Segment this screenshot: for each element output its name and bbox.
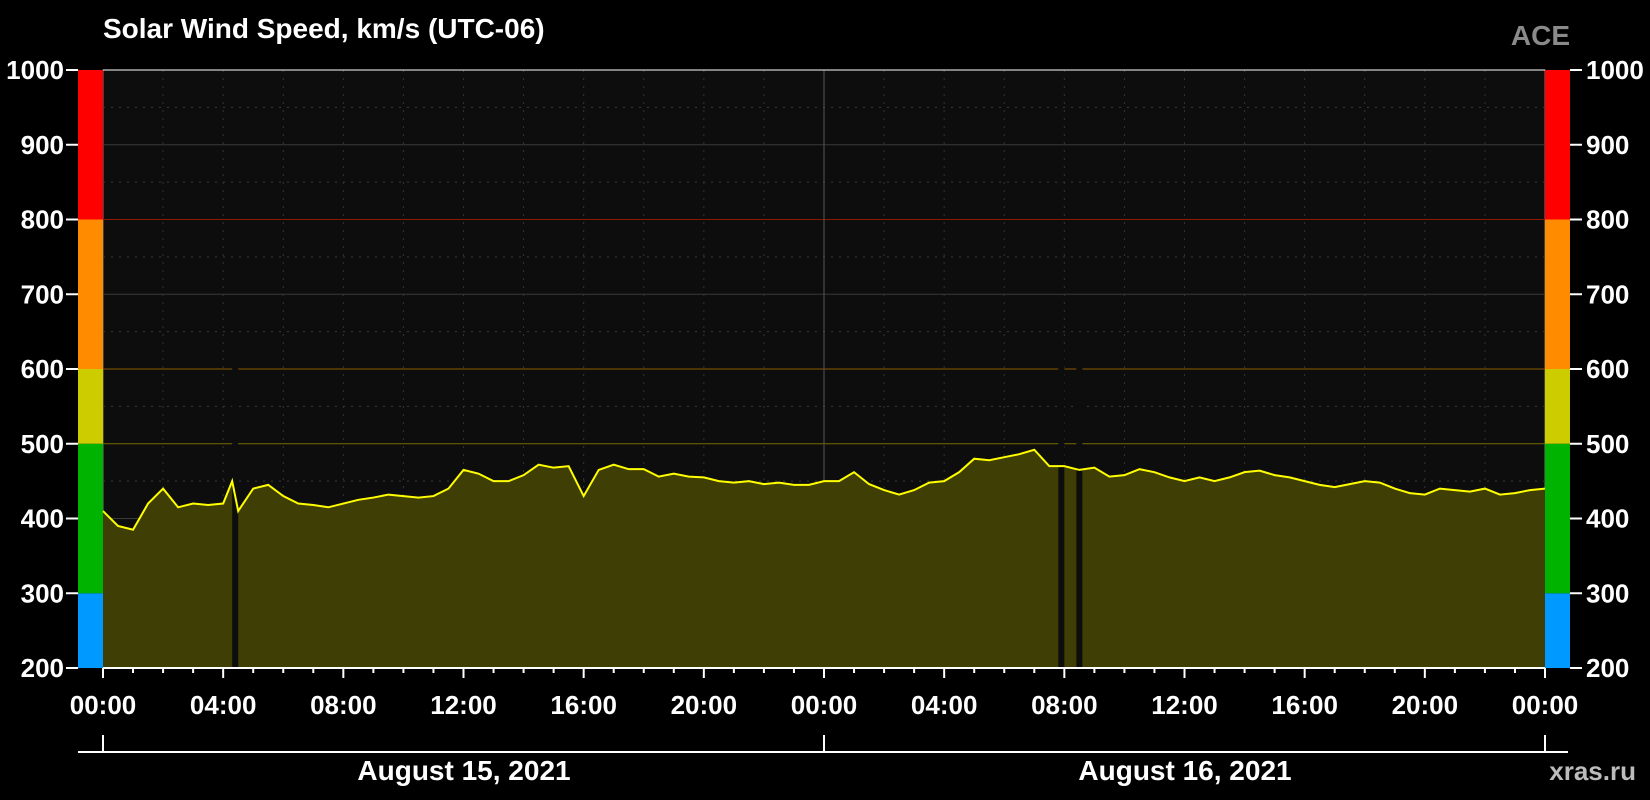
threshold-band-left-1 bbox=[78, 443, 103, 594]
threshold-band-left-0 bbox=[78, 593, 103, 668]
y-tick-left-0: 200 bbox=[21, 653, 64, 683]
threshold-band-right-1 bbox=[1545, 443, 1570, 594]
x-tick-label-6: 00:00 bbox=[791, 690, 858, 720]
y-tick-right-3: 500 bbox=[1586, 429, 1629, 459]
x-tick-label-0: 00:00 bbox=[70, 690, 137, 720]
date-label-2: August 16, 2021 bbox=[1078, 755, 1291, 786]
site-label: xras.ru bbox=[1549, 756, 1636, 786]
threshold-band-right-2 bbox=[1545, 369, 1570, 444]
x-tick-label-11: 20:00 bbox=[1392, 690, 1459, 720]
y-tick-left-1: 300 bbox=[21, 578, 64, 608]
y-tick-left-6: 800 bbox=[21, 205, 64, 235]
y-tick-right-0: 200 bbox=[1586, 653, 1629, 683]
x-tick-label-7: 04:00 bbox=[911, 690, 978, 720]
y-tick-right-5: 700 bbox=[1586, 279, 1629, 309]
y-tick-right-8: 1000 bbox=[1586, 55, 1644, 85]
y-tick-left-7: 900 bbox=[21, 130, 64, 160]
y-tick-left-2: 400 bbox=[21, 504, 64, 534]
y-tick-left-4: 600 bbox=[21, 354, 64, 384]
threshold-band-right-0 bbox=[1545, 593, 1570, 668]
x-tick-label-2: 08:00 bbox=[310, 690, 377, 720]
threshold-band-left-4 bbox=[78, 70, 103, 220]
source-label: ACE bbox=[1511, 20, 1570, 51]
x-tick-label-12: 00:00 bbox=[1512, 690, 1579, 720]
y-tick-left-3: 500 bbox=[21, 429, 64, 459]
threshold-band-left-3 bbox=[78, 219, 103, 369]
threshold-color-scale-right bbox=[1545, 70, 1570, 668]
threshold-color-scale-left bbox=[78, 70, 103, 668]
x-tick-label-5: 20:00 bbox=[671, 690, 738, 720]
y-tick-right-2: 400 bbox=[1586, 504, 1629, 534]
x-tick-label-8: 08:00 bbox=[1031, 690, 1098, 720]
chart-title: Solar Wind Speed, km/s (UTC-06) bbox=[103, 13, 545, 44]
threshold-band-right-4 bbox=[1545, 70, 1570, 220]
x-tick-label-1: 04:00 bbox=[190, 690, 257, 720]
threshold-band-left-2 bbox=[78, 369, 103, 444]
y-tick-right-1: 300 bbox=[1586, 578, 1629, 608]
solar-wind-chart: Solar Wind Speed, km/s (UTC-06) ACE 200 3… bbox=[0, 0, 1650, 800]
y-tick-left-8: 1000 bbox=[6, 55, 64, 85]
date-label-1: August 15, 2021 bbox=[357, 755, 570, 786]
y-tick-right-4: 600 bbox=[1586, 354, 1629, 384]
x-tick-label-9: 12:00 bbox=[1151, 690, 1218, 720]
x-tick-label-4: 16:00 bbox=[550, 690, 617, 720]
data-gap-2 bbox=[1076, 350, 1083, 668]
y-tick-left-5: 700 bbox=[21, 279, 64, 309]
x-tick-label-10: 16:00 bbox=[1271, 690, 1338, 720]
threshold-band-right-3 bbox=[1545, 219, 1570, 369]
y-tick-right-7: 900 bbox=[1586, 130, 1629, 160]
x-tick-label-3: 12:00 bbox=[430, 690, 497, 720]
y-tick-right-6: 800 bbox=[1586, 205, 1629, 235]
data-gap-1 bbox=[1058, 350, 1065, 668]
